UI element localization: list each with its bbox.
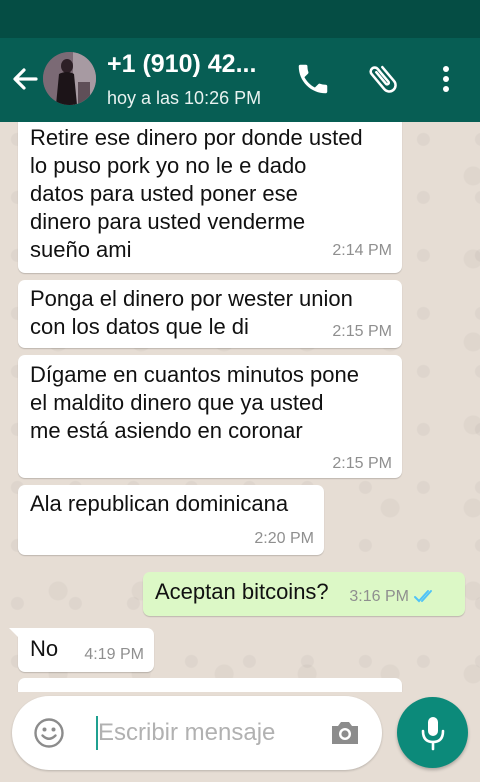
message-text: Dígame en cuantos minutos pone el maldit… <box>30 362 359 443</box>
bubble-tail <box>9 628 21 640</box>
message-time: 4:19 PM <box>84 646 144 663</box>
message-bubble-incoming-partial[interactable] <box>18 678 402 692</box>
chat-message-list[interactable]: Retire ese dinero por donde usted lo pus… <box>0 122 480 692</box>
message-text: Aceptan bitcoins? <box>155 579 329 604</box>
back-arrow-icon[interactable] <box>8 62 42 96</box>
camera-icon[interactable] <box>328 716 362 750</box>
emoji-icon[interactable] <box>32 716 66 750</box>
last-seen-status: hoy a las 10:26 PM <box>107 88 262 108</box>
message-time: 3:16 PM <box>349 588 409 605</box>
message-time: 2:15 PM <box>332 455 392 472</box>
phone-icon[interactable] <box>294 60 332 98</box>
status-bar <box>0 0 480 38</box>
message-bubble-incoming[interactable]: Dígame en cuantos minutos pone el maldit… <box>18 355 402 478</box>
contact-name[interactable]: +1 (910) 42... <box>107 50 287 79</box>
contact-avatar[interactable] <box>43 52 96 105</box>
message-text: No <box>30 636 59 661</box>
message-time: 2:14 PM <box>332 242 392 259</box>
message-bubble-incoming[interactable]: No 4:19 PM <box>9 628 154 672</box>
message-bubble-incoming[interactable]: Ponga el dinero por wester union con los… <box>18 280 402 348</box>
message-composer <box>12 696 382 770</box>
microphone-button[interactable] <box>397 697 468 768</box>
message-bubble-incoming[interactable]: Retire ese dinero por donde usted lo pus… <box>18 122 402 273</box>
message-time: 2:15 PM <box>332 323 392 340</box>
message-text: Retire ese dinero por donde usted lo pus… <box>30 125 363 262</box>
paperclip-icon[interactable] <box>364 60 402 98</box>
message-bubble-outgoing[interactable]: Aceptan bitcoins? 3:16 PM <box>143 572 465 616</box>
message-text: Ponga el dinero por wester union con los… <box>30 286 353 339</box>
microphone-icon <box>417 714 449 752</box>
more-vert-icon[interactable] <box>428 60 464 98</box>
message-bubble-incoming[interactable]: Ala republican dominicana 2:20 PM <box>18 485 324 555</box>
chat-header: +1 (910) 42... hoy a las 10:26 PM <box>0 38 480 122</box>
message-input[interactable] <box>98 710 318 756</box>
message-time: 2:20 PM <box>254 530 314 547</box>
message-text: Ala republican dominicana <box>30 491 289 516</box>
read-receipt-double-check-icon <box>413 588 439 604</box>
